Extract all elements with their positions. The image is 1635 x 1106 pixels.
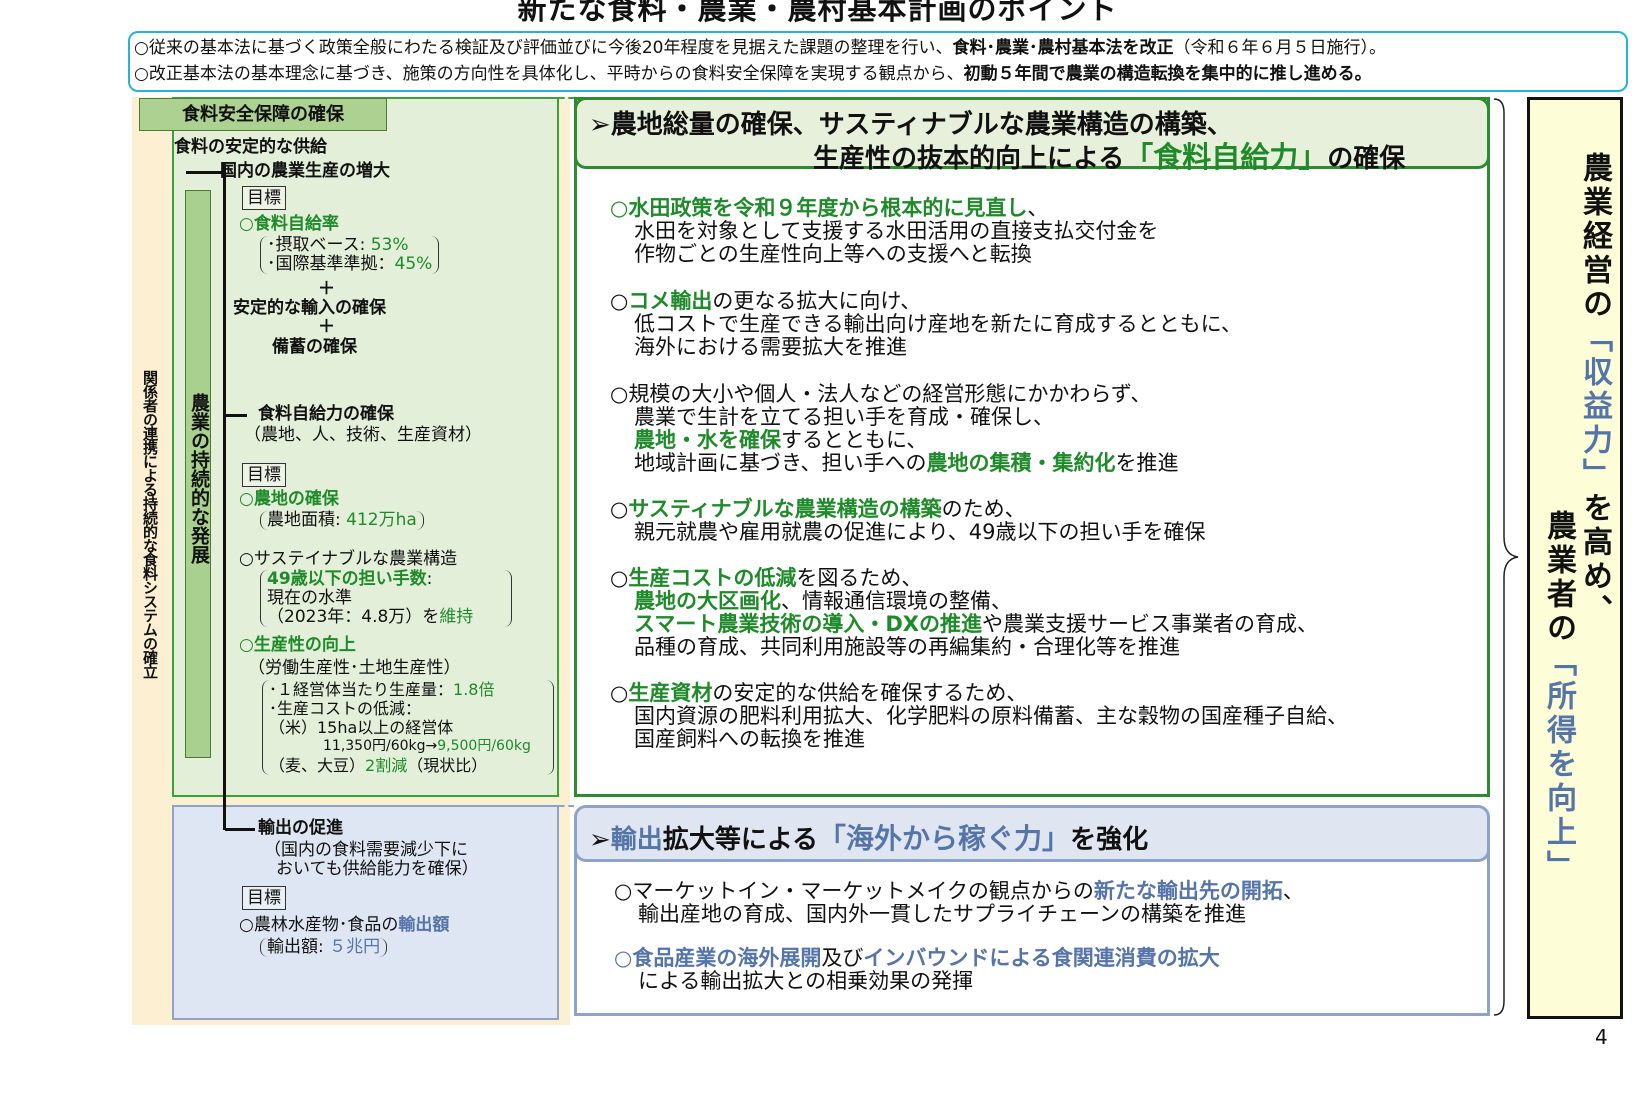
tree-branch-capacity: [225, 414, 247, 417]
productivity-label: ○生産性の向上: [239, 635, 356, 655]
left-blue-panel: [172, 805, 559, 1020]
self-sufficiency-capacity-header: ➢農地総量の確保、サスティナブルな農業構造の構築、 生産性の抜本的向上による「食…: [574, 97, 1490, 174]
capacity-heading: 食料自給力の確保: [258, 404, 394, 424]
goal-label: 目標: [242, 186, 286, 210]
connector-green: [559, 97, 574, 99]
tree-trunk-line: [223, 162, 226, 830]
young-farmers-target: 49歳以下の担い手数: 現在の水準 （2023年：4.8万）を維持: [260, 570, 512, 627]
capacity-subheading: （農地、人、技術、生産資材）: [244, 425, 482, 445]
conclusion-column-2: 農業者の「所得を向上」: [1541, 510, 1576, 884]
connector-blue: [559, 805, 574, 807]
intro-line-2: ○改正基本法の基本理念に基づき、施策の方向性を具体化し、平時からの食料安全保障を…: [134, 64, 1372, 84]
self-sufficiency-values: ･摂取ベース: 53% ･国際基準準拠：45%: [260, 236, 440, 274]
export-heading: 輸出の促進: [258, 818, 343, 838]
sustainable-label: ○サステイナブルな農業構造: [239, 549, 458, 569]
tree-branch-export: [225, 828, 255, 831]
export-goal-label: ○農林水産物･食品の輸出額: [239, 915, 450, 935]
plus-sign: ＋: [318, 317, 335, 337]
measure-production-inputs: ○生産資材の安定的な供給を確保するため、 国内資源の肥料利用拡大、化学肥料の原料…: [610, 681, 1348, 751]
conclusion-column-1: 農業経営の「収益力」を高め、: [1577, 152, 1612, 628]
export-amount: 輸出額: ５兆円: [260, 938, 388, 957]
intro-box: ○従来の基本法に基づく政策全般にわたる検証及び評価並びに今後20年程度を見据えた…: [128, 31, 1628, 92]
export-subheading-2: おいても供給能力を確保）: [276, 859, 479, 879]
measure-sustainable-structure: ○サスティナブルな農業構造の構築のため、 親元就農や雇用就農の促進により、49歳…: [610, 497, 1206, 544]
export-subheading-1: （国内の食料需要減少下に: [264, 840, 468, 860]
overseas-earning-header: ➢輸出拡大等による「海外から稼ぐ力」を強化: [574, 805, 1490, 862]
vertical-label-system: 関係者の連携による持続的な食料システムの確立: [141, 370, 159, 678]
measure-new-export-markets: ○マーケットイン・マーケットメイクの観点からの新たな輸出先の開拓、 輸出産地の育…: [614, 879, 1304, 926]
measure-cost-reduction: ○生産コストの低減を図るため、 農地の大区画化、情報通信環境の整備、 スマート農…: [610, 566, 1318, 659]
domestic-heading: 国内の農業生産の増大: [220, 161, 390, 181]
page-number: 4: [1595, 1025, 1608, 1049]
self-sufficiency-label: ○食料自給率: [239, 214, 339, 234]
stock-heading: 備蓄の確保: [272, 337, 357, 357]
supply-heading: 食料の安定的な供給: [174, 137, 327, 157]
conclusion-box: 農業経営の「収益力」を高め、 農業者の「所得を向上」: [1527, 97, 1623, 1019]
measure-rice-export: ○コメ輸出の更なる拡大に向け、 低コストで生産できる輸出向け産地を新たに育成する…: [610, 289, 1242, 359]
measure-paddy-policy: ○水田政策を令和９年度から根本的に見直し、 水田を対象として支援する水田活用の直…: [610, 196, 1159, 266]
tree-branch-domestic: [186, 171, 222, 174]
goal-label: 目標: [242, 463, 286, 487]
vertical-label-agriculture: 農業の持続的な発展: [185, 190, 211, 758]
plus-sign: ＋: [318, 279, 335, 299]
intro-line-1: ○従来の基本法に基づく政策全般にわたる検証及び評価並びに今後20年程度を見据えた…: [134, 38, 1386, 58]
grouping-brace: [1493, 98, 1519, 1016]
food-security-tag: 食料安全保障の確保: [139, 98, 387, 131]
page-title: 新たな食料・農業・農村基本計画のポイント: [517, 0, 1118, 26]
import-heading: 安定的な輸入の確保: [233, 298, 386, 318]
productivity-targets: ･１経営体当たり生産量：1.8倍 ･生産コストの低減： （米）15ha以上の経営…: [262, 680, 554, 775]
goal-label: 目標: [242, 886, 286, 910]
measure-food-industry-overseas: ○食品産業の海外展開及びインバウンドによる食関連消費の拡大 による輸出拡大との相…: [614, 946, 1220, 993]
farmland-label: ○農地の確保: [239, 489, 339, 509]
measure-farm-operators: ○規模の大小や個人・法人などの経営形態にかかわらず、 農業で生計を立てる担い手を…: [610, 382, 1179, 475]
farmland-area: 農地面積: 412万ha: [260, 511, 424, 530]
productivity-subheading: （労働生産性･土地生産性）: [248, 658, 461, 678]
